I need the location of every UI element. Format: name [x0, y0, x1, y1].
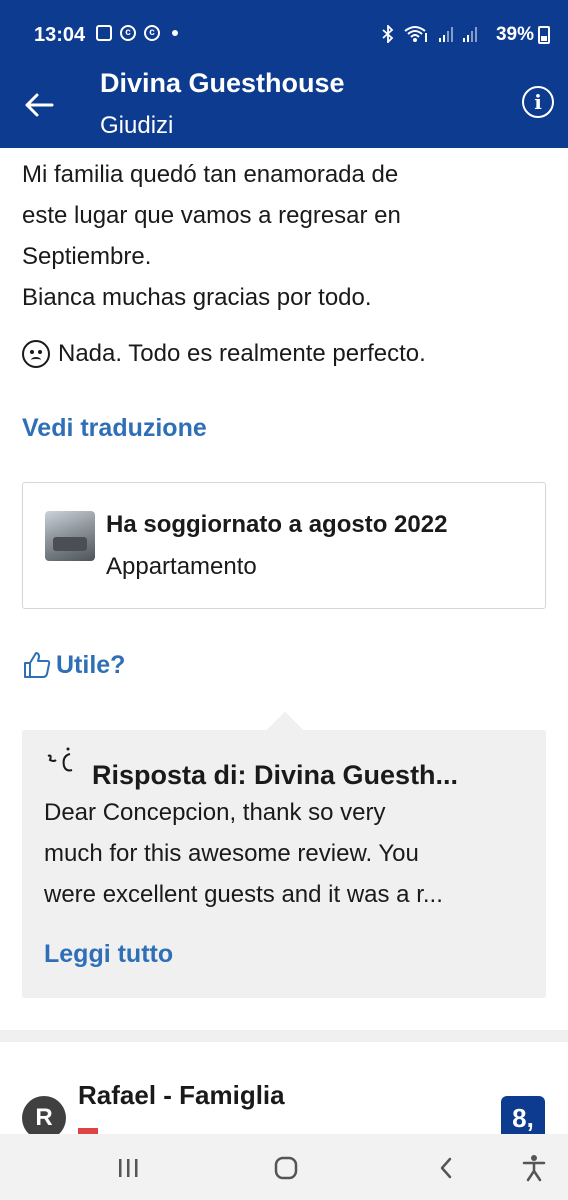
page-title: Divina Guesthouse — [100, 68, 345, 98]
signal-icon — [439, 27, 453, 42]
wifi-icon — [404, 26, 427, 42]
reply-title: Risposta di: Divina Guesth... — [92, 760, 459, 790]
reply-line: were excellent guests and it was a r... — [44, 881, 443, 908]
app-header: Divina Guesthouse Giudizi i — [0, 66, 568, 148]
copyright-icon: c — [120, 25, 136, 41]
gallery-icon — [96, 25, 112, 41]
reply-line: much for this awesome review. You — [44, 840, 419, 867]
helpful-button[interactable]: Utile? — [22, 650, 125, 680]
system-nav-bar — [0, 1134, 568, 1200]
status-icons-right — [380, 25, 478, 43]
translate-link[interactable]: Vedi traduzione — [22, 414, 207, 443]
sad-face-icon — [22, 340, 50, 368]
room-thumbnail — [45, 511, 95, 561]
review-line: Bianca muchas gracias por todo. — [22, 284, 372, 311]
back-icon[interactable] — [428, 1150, 464, 1186]
host-reply-box: Risposta di: Divina Guesth... Dear Conce… — [22, 730, 546, 998]
battery-percent: 39% — [495, 24, 534, 45]
home-icon[interactable] — [268, 1150, 304, 1186]
signal-icon — [463, 27, 477, 42]
back-arrow-icon[interactable] — [22, 88, 56, 122]
review-line: Mi familia quedó tan enamorada de — [22, 161, 399, 188]
page-subtitle: Giudizi — [100, 112, 174, 139]
review-positive-text: Mi familia quedó tan enamorada de este l… — [22, 154, 542, 318]
status-bar: 13:04 c c 39% — [0, 0, 568, 66]
notification-dot-icon — [172, 30, 178, 36]
stay-date: Ha soggiornato a agosto 2022 — [106, 511, 448, 538]
bluetooth-icon — [382, 25, 394, 43]
battery-icon — [538, 26, 550, 44]
info-icon[interactable]: i — [522, 86, 554, 118]
read-all-link[interactable]: Leggi tutto — [44, 940, 173, 969]
section-divider — [0, 1030, 568, 1042]
stay-info-card: Ha soggiornato a agosto 2022 Appartament… — [22, 482, 546, 609]
accessibility-icon[interactable] — [516, 1150, 552, 1186]
reply-body: Dear Concepcion, thank so very much for … — [44, 792, 534, 915]
reply-icon — [47, 747, 73, 772]
status-icons-left: c c — [96, 25, 178, 41]
reply-line: Dear Concepcion, thank so very — [44, 799, 386, 826]
review-negative-text: Nada. Todo es realmente perfecto. — [58, 340, 426, 367]
recent-apps-icon[interactable] — [110, 1150, 146, 1186]
room-type: Appartamento — [106, 553, 257, 580]
helpful-label: Utile? — [56, 650, 126, 679]
review-line: Septiembre. — [22, 243, 152, 270]
copyright-icon: c — [144, 25, 160, 41]
review-negative-row: Nada. Todo es realmente perfecto. — [22, 340, 426, 368]
review-line: este lugar que vamos a regresar en — [22, 202, 401, 229]
thumbs-up-icon — [24, 652, 51, 678]
status-time: 13:04 — [34, 24, 86, 46]
reviewer-name: Rafael - Famiglia — [78, 1080, 285, 1110]
